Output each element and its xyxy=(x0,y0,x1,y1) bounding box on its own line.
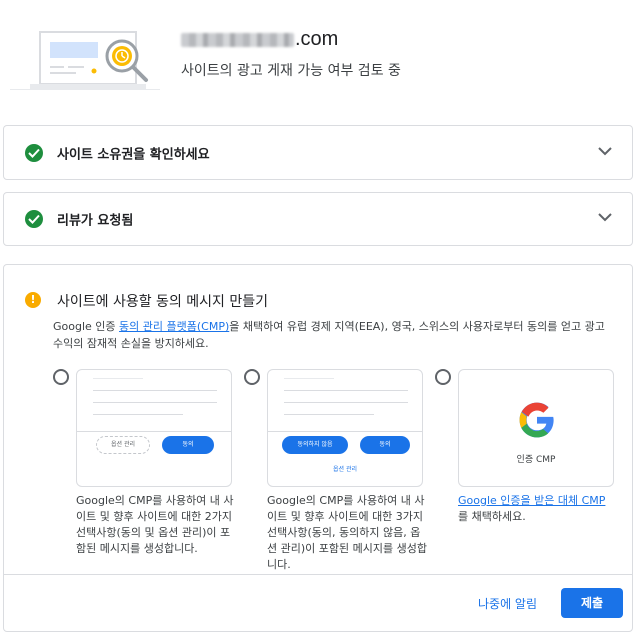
check-circle-icon xyxy=(25,143,43,162)
site-review-illustration xyxy=(10,20,160,100)
option-1-description: Google의 CMP를 사용하여 내 사이트 및 향후 사이트에 대한 2가지… xyxy=(76,494,234,555)
consent-description: Google 인증 동의 관리 플랫폼(CMP)을 채택하여 유럽 경제 지역(… xyxy=(53,318,618,352)
preview-divider xyxy=(77,431,231,432)
preview-line xyxy=(93,402,217,403)
option-2-description: Google의 CMP를 사용하여 내 사이트 및 향후 사이트에 대한 3가지… xyxy=(267,494,427,571)
option-1-preview-card[interactable]: 옵션 관리 동의 xyxy=(76,369,232,487)
desc-prefix: Google 인증 xyxy=(53,320,120,333)
footer-divider xyxy=(4,574,632,575)
option-2-radio[interactable] xyxy=(244,369,260,385)
remind-later-button[interactable]: 나중에 알림 xyxy=(478,595,537,612)
preview-manage-options-link: 옵션 관리 xyxy=(333,466,357,473)
preview-line xyxy=(284,414,374,415)
preview-manage-options-button: 옵션 관리 xyxy=(96,436,150,454)
preview-consent-button: 동의 xyxy=(162,436,214,454)
panel-title: 리뷰가 요청됨 xyxy=(57,213,134,229)
preview-divider xyxy=(268,431,422,432)
verify-ownership-panel[interactable]: 사이트 소유권을 확인하세요 xyxy=(3,125,633,180)
preview-line xyxy=(93,390,217,391)
google-logo-icon xyxy=(519,402,554,438)
review-requested-panel[interactable]: 리뷰가 요청됨 xyxy=(3,192,633,246)
consent-title: 사이트에 사용할 동의 메시지 만들기 xyxy=(57,294,268,310)
panel-title: 사이트 소유권을 확인하세요 xyxy=(57,147,210,162)
preview-line xyxy=(284,390,408,391)
alternative-cmp-link[interactable]: Google 인증을 받은 대체 CMP xyxy=(458,494,605,507)
preview-reject-button: 동의하지 않음 xyxy=(282,436,348,454)
review-header: .com 사이트의 광고 게재 가능 여부 검토 중 xyxy=(0,0,638,115)
submit-button[interactable]: 제출 xyxy=(561,588,623,618)
site-name: .com xyxy=(181,28,338,51)
check-circle-icon xyxy=(25,210,43,228)
redacted-domain xyxy=(181,32,294,47)
chevron-down-icon[interactable] xyxy=(598,213,612,222)
option-2-preview-card[interactable]: 동의하지 않음 동의 옵션 관리 xyxy=(267,369,423,487)
cmp-link[interactable]: 동의 관리 플랫폼(CMP) xyxy=(119,320,229,333)
option-1-radio[interactable] xyxy=(53,369,69,385)
certified-cmp-label: 인증 CMP xyxy=(516,455,556,465)
site-domain-suffix: .com xyxy=(295,28,339,50)
option-3-preview-card[interactable]: 인증 CMP xyxy=(458,369,614,487)
preview-line xyxy=(93,378,143,379)
preview-line xyxy=(93,414,183,415)
consent-message-panel: ! 사이트에 사용할 동의 메시지 만들기 Google 인증 동의 관리 플랫… xyxy=(3,264,633,632)
warning-icon: ! xyxy=(25,292,41,308)
option-3-desc-suffix: 를 채택하세요. xyxy=(458,510,526,523)
review-status: 사이트의 광고 게재 가능 여부 검토 중 xyxy=(181,63,401,79)
preview-consent-button: 동의 xyxy=(360,436,410,454)
option-3-description: Google 인증을 받은 대체 CMP 를 채택하세요. xyxy=(458,493,628,525)
option-3-radio[interactable] xyxy=(435,369,451,385)
preview-line xyxy=(284,402,408,403)
preview-line xyxy=(284,378,334,379)
chevron-down-icon[interactable] xyxy=(598,146,612,156)
